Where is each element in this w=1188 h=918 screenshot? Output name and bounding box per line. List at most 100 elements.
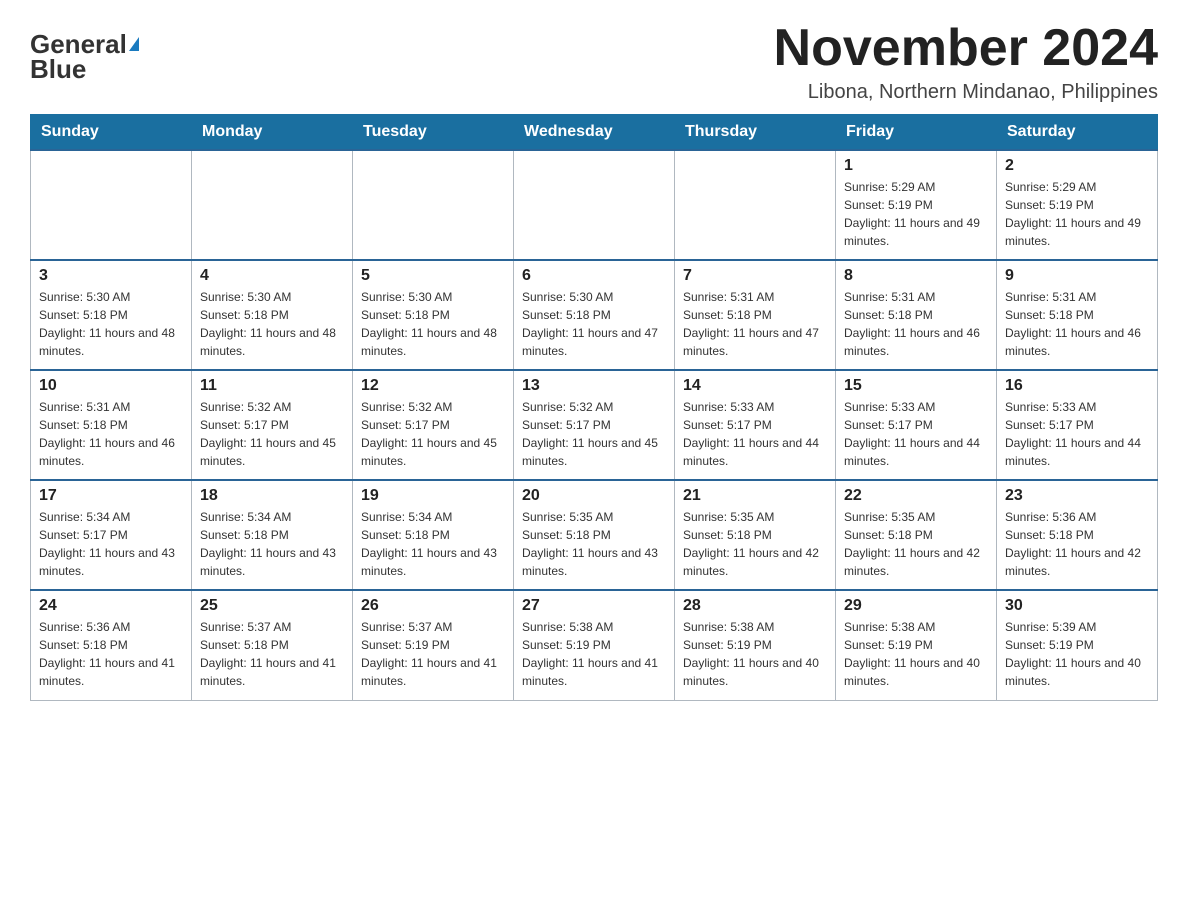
- calendar-cell: 11 Sunrise: 5:32 AM Sunset: 5:17 PM Dayli…: [192, 370, 353, 480]
- calendar-cell: 22 Sunrise: 5:35 AM Sunset: 5:18 PM Dayli…: [836, 480, 997, 590]
- header-sunday: Sunday: [31, 115, 192, 151]
- calendar-cell: 16Sunrise: 5:33 AM Sunset: 5:17 PM Dayli…: [997, 370, 1158, 480]
- cell-date-number: 26: [361, 597, 505, 615]
- cell-sun-info: Sunrise: 5:38 AM Sunset: 5:19 PM Dayligh…: [683, 618, 827, 690]
- cell-sun-info: Sunrise: 5:34 AM Sunset: 5:18 PM Dayligh…: [361, 508, 505, 580]
- cell-date-number: 18: [200, 487, 344, 505]
- calendar-cell: 10 Sunrise: 5:31 AM Sunset: 5:18 PM Dayli…: [31, 370, 192, 480]
- cell-date-number: 27: [522, 597, 666, 615]
- calendar-cell: 23 Sunrise: 5:36 AM Sunset: 5:18 PM Dayli…: [997, 480, 1158, 590]
- week-row-0: 1 Sunrise: 5:29 AM Sunset: 5:19 PM Daylig…: [31, 150, 1158, 260]
- calendar-cell: 6 Sunrise: 5:30 AM Sunset: 5:18 PM Daylig…: [514, 260, 675, 370]
- month-title: November 2024: [774, 20, 1158, 77]
- header-thursday: Thursday: [675, 115, 836, 151]
- header-wednesday: Wednesday: [514, 115, 675, 151]
- cell-sun-info: Sunrise: 5:31 AM Sunset: 5:18 PM Dayligh…: [1005, 288, 1149, 360]
- cell-date-number: 11: [200, 377, 344, 395]
- header-tuesday: Tuesday: [353, 115, 514, 151]
- calendar-cell: 5Sunrise: 5:30 AM Sunset: 5:18 PM Daylig…: [353, 260, 514, 370]
- cell-sun-info: Sunrise: 5:29 AM Sunset: 5:19 PM Dayligh…: [1005, 178, 1149, 250]
- cell-sun-info: Sunrise: 5:29 AM Sunset: 5:19 PM Dayligh…: [844, 178, 988, 250]
- calendar-cell: [31, 150, 192, 260]
- logo: General Blue: [30, 30, 139, 83]
- cell-sun-info: Sunrise: 5:35 AM Sunset: 5:18 PM Dayligh…: [844, 508, 988, 580]
- calendar-cell: 13Sunrise: 5:32 AM Sunset: 5:17 PM Dayli…: [514, 370, 675, 480]
- cell-sun-info: Sunrise: 5:32 AM Sunset: 5:17 PM Dayligh…: [200, 398, 344, 470]
- cell-date-number: 7: [683, 267, 827, 285]
- cell-sun-info: Sunrise: 5:39 AM Sunset: 5:19 PM Dayligh…: [1005, 618, 1149, 690]
- cell-sun-info: Sunrise: 5:30 AM Sunset: 5:18 PM Dayligh…: [200, 288, 344, 360]
- cell-sun-info: Sunrise: 5:37 AM Sunset: 5:18 PM Dayligh…: [200, 618, 344, 690]
- cell-date-number: 17: [39, 487, 183, 505]
- cell-sun-info: Sunrise: 5:33 AM Sunset: 5:17 PM Dayligh…: [1005, 398, 1149, 470]
- calendar-cell: [192, 150, 353, 260]
- weekday-header-row: Sunday Monday Tuesday Wednesday Thursday…: [31, 115, 1158, 151]
- title-block: November 2024 Libona, Northern Mindanao,…: [774, 20, 1158, 104]
- location-title: Libona, Northern Mindanao, Philippines: [774, 81, 1158, 104]
- cell-date-number: 24: [39, 597, 183, 615]
- cell-sun-info: Sunrise: 5:33 AM Sunset: 5:17 PM Dayligh…: [683, 398, 827, 470]
- cell-sun-info: Sunrise: 5:33 AM Sunset: 5:17 PM Dayligh…: [844, 398, 988, 470]
- calendar-cell: 12Sunrise: 5:32 AM Sunset: 5:17 PM Dayli…: [353, 370, 514, 480]
- cell-sun-info: Sunrise: 5:35 AM Sunset: 5:18 PM Dayligh…: [522, 508, 666, 580]
- cell-date-number: 23: [1005, 487, 1149, 505]
- cell-date-number: 10: [39, 377, 183, 395]
- cell-sun-info: Sunrise: 5:31 AM Sunset: 5:18 PM Dayligh…: [683, 288, 827, 360]
- page-header: General Blue November 2024 Libona, North…: [30, 20, 1158, 104]
- calendar-cell: 1 Sunrise: 5:29 AM Sunset: 5:19 PM Daylig…: [836, 150, 997, 260]
- cell-sun-info: Sunrise: 5:30 AM Sunset: 5:18 PM Dayligh…: [522, 288, 666, 360]
- calendar-cell: [514, 150, 675, 260]
- cell-date-number: 29: [844, 597, 988, 615]
- cell-date-number: 30: [1005, 597, 1149, 615]
- cell-date-number: 21: [683, 487, 827, 505]
- cell-sun-info: Sunrise: 5:38 AM Sunset: 5:19 PM Dayligh…: [522, 618, 666, 690]
- cell-date-number: 9: [1005, 267, 1149, 285]
- calendar-cell: 3Sunrise: 5:30 AM Sunset: 5:18 PM Daylig…: [31, 260, 192, 370]
- cell-sun-info: Sunrise: 5:36 AM Sunset: 5:18 PM Dayligh…: [1005, 508, 1149, 580]
- calendar-cell: 7 Sunrise: 5:31 AM Sunset: 5:18 PM Daylig…: [675, 260, 836, 370]
- cell-date-number: 22: [844, 487, 988, 505]
- cell-sun-info: Sunrise: 5:31 AM Sunset: 5:18 PM Dayligh…: [844, 288, 988, 360]
- calendar-cell: 4 Sunrise: 5:30 AM Sunset: 5:18 PM Daylig…: [192, 260, 353, 370]
- cell-date-number: 1: [844, 157, 988, 175]
- cell-sun-info: Sunrise: 5:31 AM Sunset: 5:18 PM Dayligh…: [39, 398, 183, 470]
- cell-date-number: 14: [683, 377, 827, 395]
- cell-date-number: 19: [361, 487, 505, 505]
- week-row-4: 24Sunrise: 5:36 AM Sunset: 5:18 PM Dayli…: [31, 590, 1158, 700]
- calendar-cell: 26Sunrise: 5:37 AM Sunset: 5:19 PM Dayli…: [353, 590, 514, 700]
- calendar-cell: 29 Sunrise: 5:38 AM Sunset: 5:19 PM Dayli…: [836, 590, 997, 700]
- calendar-cell: 15 Sunrise: 5:33 AM Sunset: 5:17 PM Dayli…: [836, 370, 997, 480]
- calendar-cell: 14 Sunrise: 5:33 AM Sunset: 5:17 PM Dayli…: [675, 370, 836, 480]
- cell-date-number: 28: [683, 597, 827, 615]
- calendar-cell: [675, 150, 836, 260]
- cell-date-number: 4: [200, 267, 344, 285]
- cell-date-number: 15: [844, 377, 988, 395]
- calendar-cell: 20 Sunrise: 5:35 AM Sunset: 5:18 PM Dayli…: [514, 480, 675, 590]
- calendar-cell: 24Sunrise: 5:36 AM Sunset: 5:18 PM Dayli…: [31, 590, 192, 700]
- cell-sun-info: Sunrise: 5:34 AM Sunset: 5:17 PM Dayligh…: [39, 508, 183, 580]
- week-row-3: 17 Sunrise: 5:34 AM Sunset: 5:17 PM Dayli…: [31, 480, 1158, 590]
- calendar-cell: 30 Sunrise: 5:39 AM Sunset: 5:19 PM Dayli…: [997, 590, 1158, 700]
- cell-sun-info: Sunrise: 5:30 AM Sunset: 5:18 PM Dayligh…: [39, 288, 183, 360]
- calendar-cell: 2Sunrise: 5:29 AM Sunset: 5:19 PM Daylig…: [997, 150, 1158, 260]
- cell-sun-info: Sunrise: 5:38 AM Sunset: 5:19 PM Dayligh…: [844, 618, 988, 690]
- calendar-table: Sunday Monday Tuesday Wednesday Thursday…: [30, 114, 1158, 701]
- calendar-cell: [353, 150, 514, 260]
- calendar-cell: 25 Sunrise: 5:37 AM Sunset: 5:18 PM Dayli…: [192, 590, 353, 700]
- logo-text-part2: Blue: [30, 55, 86, 84]
- calendar-cell: 17 Sunrise: 5:34 AM Sunset: 5:17 PM Dayli…: [31, 480, 192, 590]
- cell-date-number: 25: [200, 597, 344, 615]
- calendar-cell: 28 Sunrise: 5:38 AM Sunset: 5:19 PM Dayli…: [675, 590, 836, 700]
- calendar-cell: 19 Sunrise: 5:34 AM Sunset: 5:18 PM Dayli…: [353, 480, 514, 590]
- cell-sun-info: Sunrise: 5:32 AM Sunset: 5:17 PM Dayligh…: [361, 398, 505, 470]
- header-monday: Monday: [192, 115, 353, 151]
- calendar-cell: 27 Sunrise: 5:38 AM Sunset: 5:19 PM Dayli…: [514, 590, 675, 700]
- cell-date-number: 5: [361, 267, 505, 285]
- cell-date-number: 20: [522, 487, 666, 505]
- header-friday: Friday: [836, 115, 997, 151]
- week-row-2: 10 Sunrise: 5:31 AM Sunset: 5:18 PM Dayli…: [31, 370, 1158, 480]
- cell-sun-info: Sunrise: 5:35 AM Sunset: 5:18 PM Dayligh…: [683, 508, 827, 580]
- calendar-cell: 21 Sunrise: 5:35 AM Sunset: 5:18 PM Dayli…: [675, 480, 836, 590]
- cell-sun-info: Sunrise: 5:34 AM Sunset: 5:18 PM Dayligh…: [200, 508, 344, 580]
- cell-date-number: 6: [522, 267, 666, 285]
